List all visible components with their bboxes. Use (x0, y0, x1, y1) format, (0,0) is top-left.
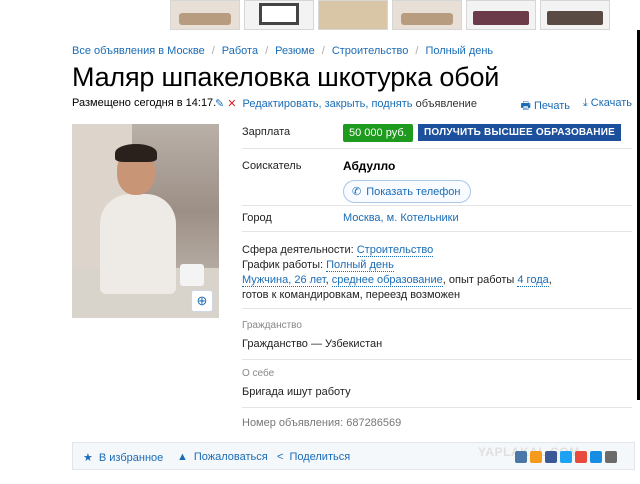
thumbnail-sofa-2[interactable] (392, 0, 462, 30)
download-link[interactable]: ⤓ Скачать (583, 97, 632, 110)
comma: , (325, 274, 332, 286)
breadcrumb-work[interactable]: Работа (222, 45, 258, 57)
printer-icon: 🖶 (520, 100, 531, 112)
mailru-icon[interactable] (590, 451, 602, 463)
social-share-icons (515, 451, 617, 463)
divider (242, 231, 632, 232)
thumbnail-frame[interactable] (244, 0, 314, 30)
profile-row: Мужчина, 26 лет, среднее образование, оп… (242, 273, 572, 303)
phone-icon: ✆ (352, 186, 362, 198)
breadcrumb-separator: / (415, 45, 419, 57)
breadcrumb: Все объявления в Москве / Работа / Резюм… (72, 45, 493, 57)
google-icon[interactable] (575, 451, 587, 463)
salary-label: Зарплата (242, 126, 291, 138)
salary-value: 50 000 руб. (343, 124, 413, 142)
photo-mug (180, 264, 204, 286)
experience-label: , опыт работы (442, 274, 515, 286)
about-value: Бригада ишут работу (242, 386, 351, 398)
divider (242, 148, 632, 149)
sphere-link[interactable]: Строительство (356, 244, 434, 257)
twitter-icon[interactable] (560, 451, 572, 463)
breadcrumb-all-ads[interactable]: Все объявления в Москве (72, 45, 205, 57)
city-value[interactable]: Москва, м. Котельники (343, 212, 459, 224)
get-education-button[interactable]: ПОЛУЧИТЬ ВЫСШЕЕ ОБРАЗОВАНИЕ (418, 124, 621, 141)
facebook-icon[interactable] (545, 451, 557, 463)
thumbnail-bed[interactable] (466, 0, 536, 30)
applicant-name: Абдулло (343, 159, 396, 173)
share-icon: < (277, 451, 284, 463)
gender-age-link[interactable]: Мужчина, 26 лет (242, 274, 326, 287)
breadcrumb-separator: / (265, 45, 269, 57)
thumbnail-wardrobe[interactable] (318, 0, 388, 30)
show-phone-label: Показать телефон (366, 185, 461, 198)
download-icon: ⤓ (582, 97, 588, 109)
print-label: Печать (533, 100, 570, 112)
breadcrumb-separator: / (321, 45, 325, 57)
divider (242, 308, 632, 309)
ad-meta-row: Размещено сегодня в 14:17. ✎ ✕ Редактиров… (72, 97, 632, 112)
lj-icon[interactable] (605, 451, 617, 463)
add-favorite-button[interactable]: ★ В избранное (83, 451, 164, 465)
ad-thumbnails (170, 0, 610, 34)
citizenship-label: Гражданство (242, 320, 302, 331)
breadcrumb-resume[interactable]: Резюме (275, 45, 315, 57)
delete-icon[interactable]: ✕ (227, 98, 236, 110)
edit-ad-suffix: объявление (415, 98, 477, 110)
sphere-row: Сфера деятельности: Строительство (242, 243, 572, 258)
divider (242, 407, 632, 408)
star-icon: ★ (83, 452, 93, 464)
thumbnail-sofa[interactable] (170, 0, 240, 30)
details-block: Сфера деятельности: Строительство График… (242, 243, 572, 303)
schedule-row: График работы: Полный день (242, 258, 572, 273)
divider (242, 359, 632, 360)
pencil-icon[interactable]: ✎ (215, 98, 224, 110)
schedule-link[interactable]: Полный день (326, 259, 394, 272)
photo-hair (115, 144, 157, 162)
print-link[interactable]: 🖶 Печать (521, 97, 571, 116)
applicant-label: Соискатель (242, 160, 302, 172)
divider (242, 205, 632, 206)
experience-link[interactable]: 4 года (517, 274, 549, 287)
posted-date: Размещено сегодня в 14:17. (72, 97, 217, 109)
favorite-label: В избранное (98, 451, 164, 464)
report-button[interactable]: ▲ Пожаловаться (177, 451, 268, 463)
breadcrumb-separator: / (211, 45, 215, 57)
show-phone-button[interactable]: ✆ Показать телефон (343, 180, 472, 203)
warning-icon: ▲ (177, 451, 188, 463)
page-title: Маляр шпакеловка шкотурка обой (72, 62, 500, 92)
breadcrumb-construction[interactable]: Строительство (332, 45, 409, 57)
ad-actions: ✎ ✕ Редактировать, закрыть, поднять объяв… (215, 97, 477, 110)
sphere-label: Сфера деятельности: (242, 244, 354, 256)
applicant-photo[interactable]: ⊕ (72, 124, 219, 318)
photo-body (100, 194, 176, 294)
edit-ad-link[interactable]: Редактировать, закрыть, поднять (243, 98, 413, 110)
city-label: Город (242, 212, 272, 224)
education-link[interactable]: среднее образование (331, 274, 443, 287)
thumbnail-corner-sofa[interactable] (540, 0, 610, 30)
share-button[interactable]: < Поделиться (277, 451, 350, 463)
share-label: Поделиться (289, 451, 351, 463)
download-label: Скачать (590, 97, 632, 109)
schedule-label: График работы: (242, 259, 324, 271)
citizenship-value: Гражданство — Узбекистан (242, 338, 383, 350)
vk-icon[interactable] (515, 451, 527, 463)
ok-icon[interactable] (530, 451, 542, 463)
breadcrumb-full-day[interactable]: Полный день (425, 45, 493, 57)
zoom-icon[interactable]: ⊕ (191, 290, 213, 312)
about-label: О себе (242, 368, 275, 379)
report-label: Пожаловаться (193, 451, 268, 463)
ad-number: Номер объявления: 687286569 (242, 417, 402, 429)
